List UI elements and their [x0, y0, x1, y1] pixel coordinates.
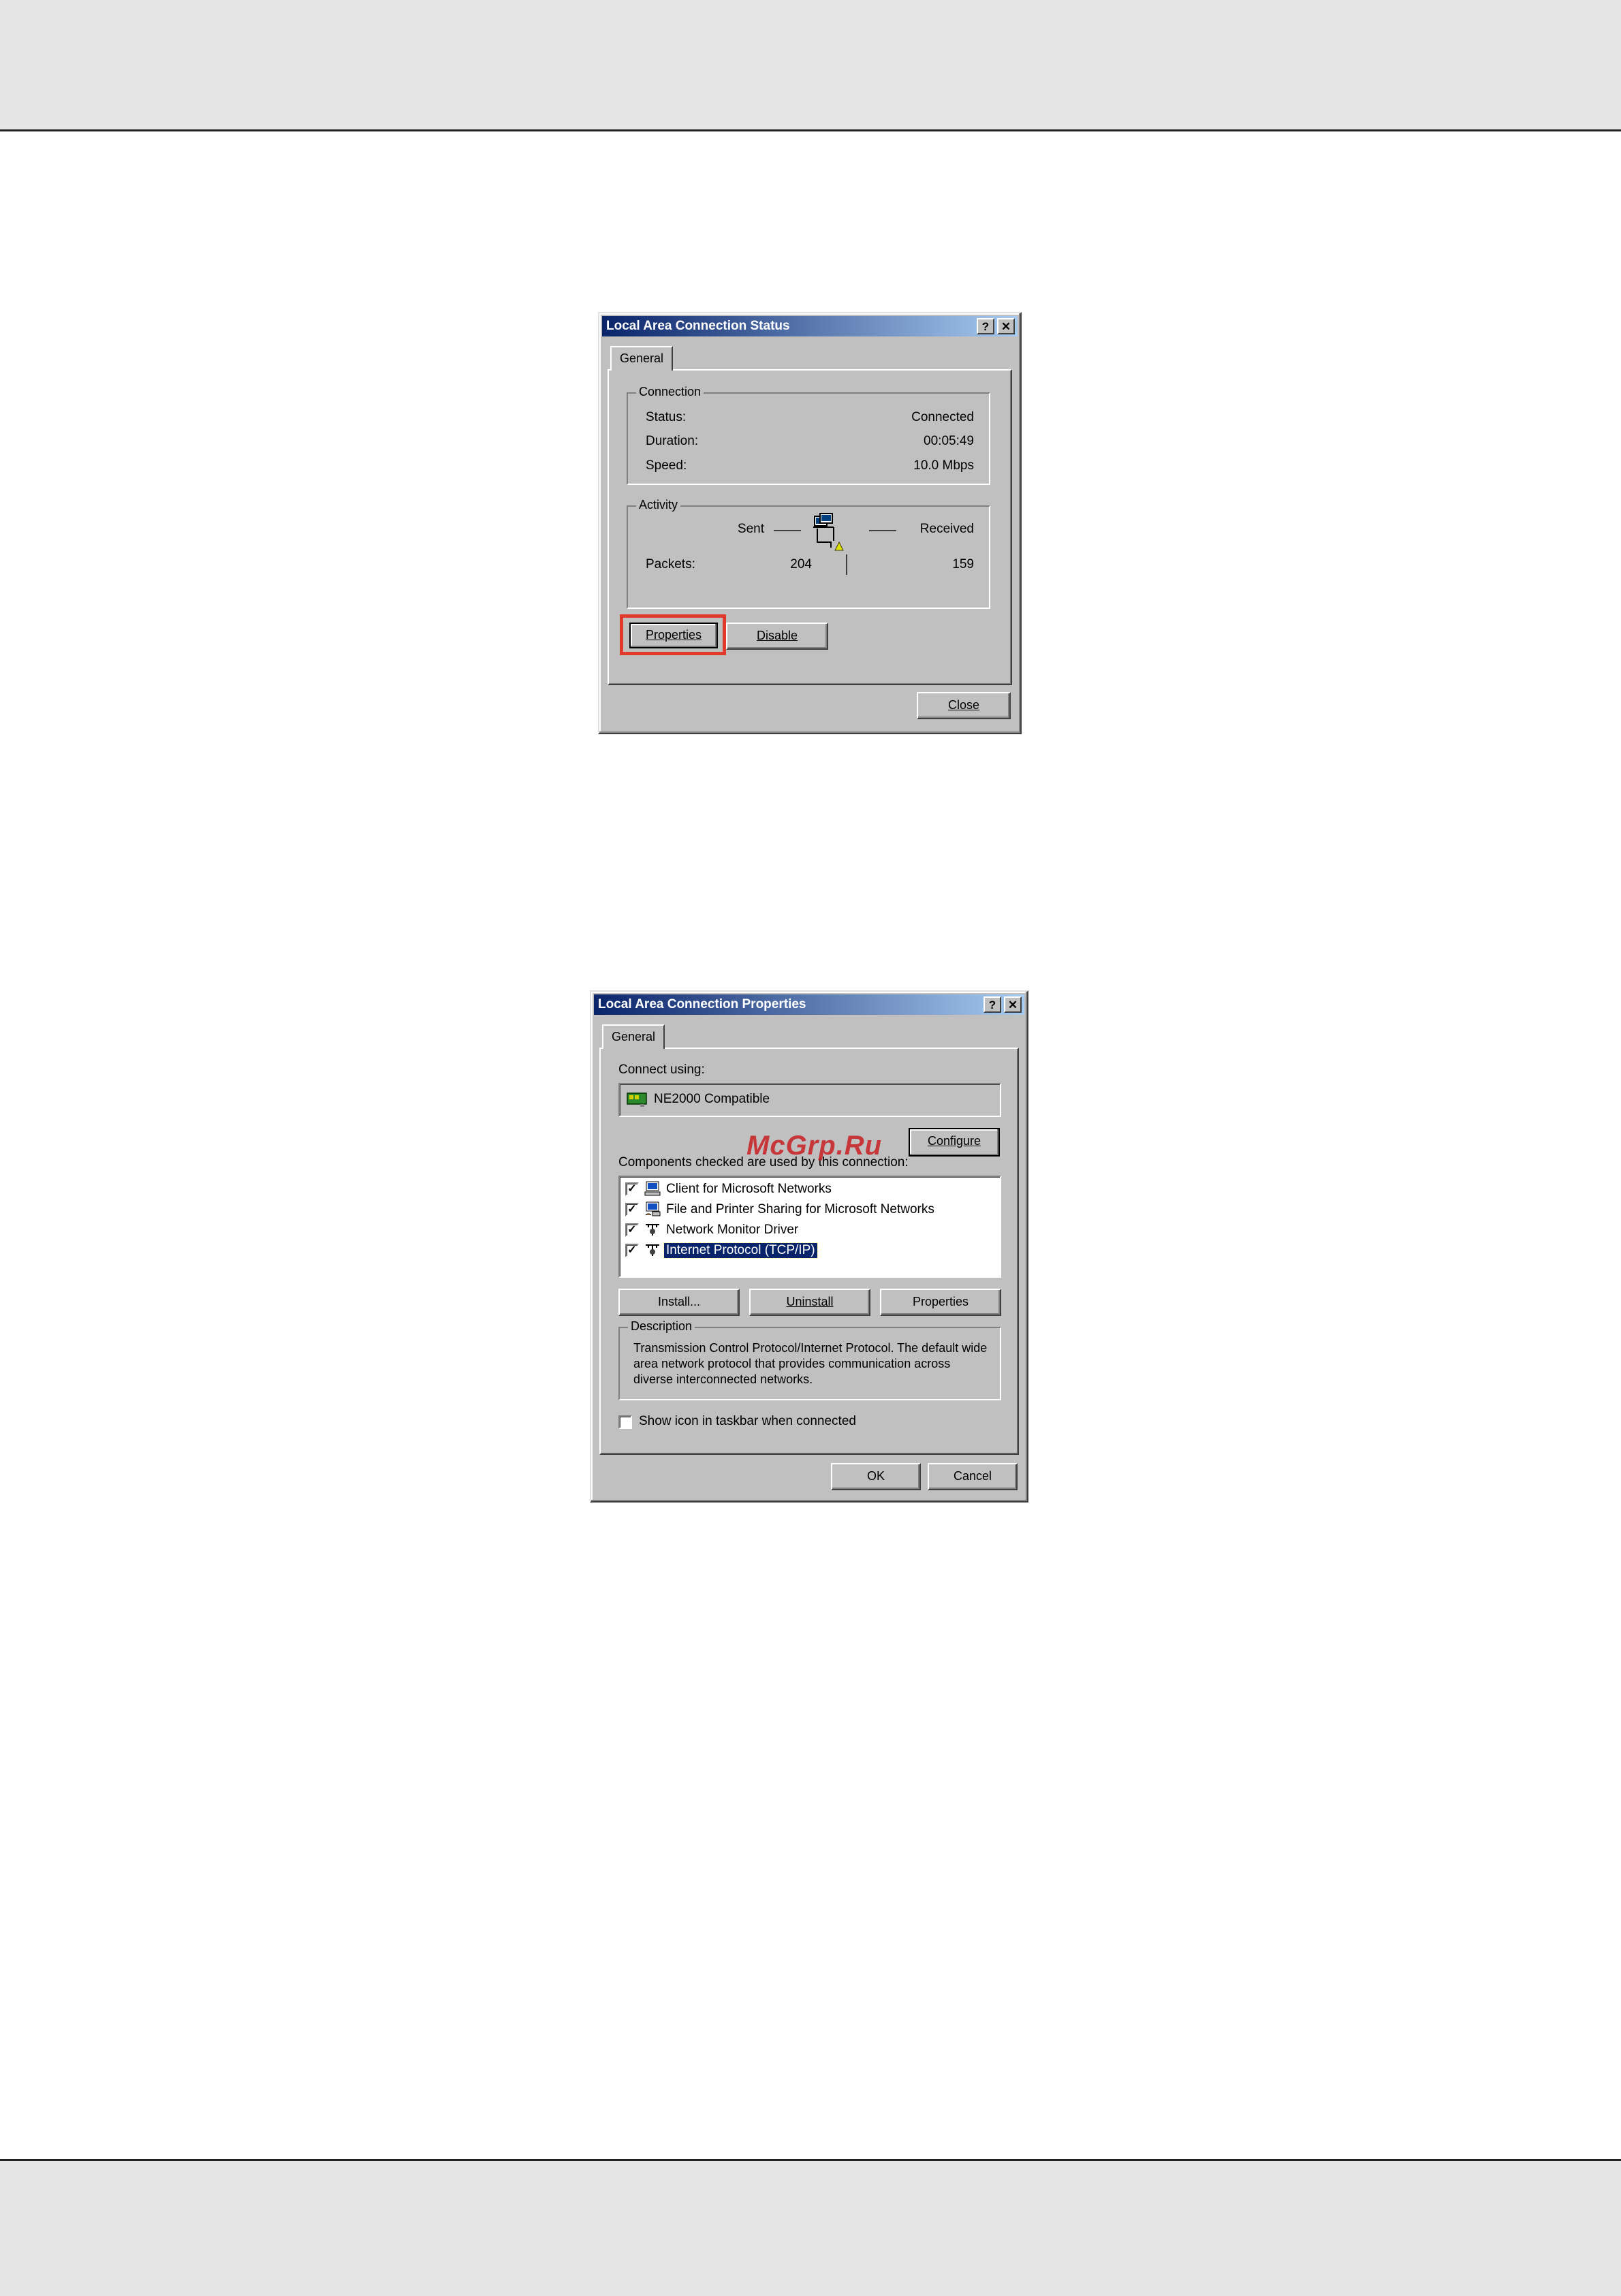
status-dialog: Local Area Connection Status ? ✕ General… [598, 312, 1022, 734]
component-checkbox[interactable]: ✓ [625, 1223, 639, 1237]
help-button[interactable]: ? [977, 318, 994, 334]
component-label: Network Monitor Driver [666, 1223, 799, 1237]
status-dialog-title: Local Area Connection Status [606, 319, 790, 333]
file-printer-sharing-icon [645, 1201, 661, 1216]
close-icon[interactable]: ✕ [1004, 996, 1022, 1013]
page-header-band [0, 0, 1621, 131]
help-button[interactable]: ? [983, 996, 1001, 1013]
install-button-label: Install... [657, 1295, 701, 1308]
properties-button-label: Properties [645, 628, 702, 642]
sent-label: Sent [737, 522, 764, 536]
adapter-name: NE2000 Compatible [654, 1092, 770, 1106]
cancel-button[interactable]: Cancel [928, 1463, 1018, 1490]
connection-group-label: Connection [636, 385, 704, 399]
tab-general[interactable]: General [602, 1024, 665, 1049]
description-group: Description Transmission Control Protoco… [618, 1319, 1001, 1400]
properties-dialog-titlebar[interactable]: Local Area Connection Properties ? ✕ [594, 994, 1024, 1015]
status-value: Connected [911, 410, 974, 424]
list-item[interactable]: ✓ Internet Protocol (TCP/IP) [625, 1241, 993, 1260]
list-item[interactable]: ✓ Client for Microsoft Networks [625, 1180, 993, 1199]
component-label: Client for Microsoft Networks [666, 1182, 832, 1196]
network-adapter-icon [627, 1092, 647, 1107]
properties-button[interactable]: Properties [629, 623, 718, 648]
uninstall-button-label: Uninstall [786, 1295, 834, 1308]
disable-button-label: Disable [756, 629, 798, 642]
packets-sent-value: 204 [790, 557, 812, 571]
component-checkbox[interactable]: ✓ [625, 1203, 639, 1216]
component-properties-button[interactable]: Properties [880, 1289, 1001, 1316]
network-client-icon [644, 1181, 661, 1196]
close-button[interactable]: Close [917, 692, 1011, 719]
tab-general[interactable]: General [610, 346, 673, 371]
show-icon-label: Show icon in taskbar when connected [639, 1414, 856, 1428]
connect-using-label: Connect using: [618, 1063, 705, 1077]
list-item[interactable]: ✓ Network Monitor Driver [625, 1221, 993, 1240]
configure-button-label: Configure [927, 1134, 981, 1148]
component-checkbox[interactable]: ✓ [625, 1244, 639, 1257]
network-activity-icon [813, 513, 844, 551]
component-label: File and Printer Sharing for Microsoft N… [666, 1202, 934, 1216]
component-label-selected: Internet Protocol (TCP/IP) [663, 1242, 818, 1259]
speed-label: Speed: [646, 458, 687, 473]
activity-group: Activity Sent Received Packets: 204 159 [627, 498, 990, 609]
received-label: Received [919, 522, 974, 536]
configure-button[interactable]: Configure [909, 1128, 1000, 1157]
uninstall-button[interactable]: Uninstall [749, 1289, 870, 1316]
disable-button[interactable]: Disable [726, 623, 828, 650]
properties-dialog: Local Area Connection Properties ? ✕ Gen… [590, 990, 1028, 1503]
activity-group-label: Activity [636, 498, 681, 512]
status-tab-panel: Connection Status: Connected Duration: 0… [608, 369, 1012, 685]
page-footer-band [0, 2159, 1621, 2296]
received-line [869, 530, 896, 531]
protocol-icon [646, 1244, 659, 1256]
packets-label: Packets: [646, 557, 695, 571]
protocol-icon [646, 1224, 659, 1236]
show-icon-checkbox[interactable] [618, 1415, 632, 1429]
status-dialog-titlebar[interactable]: Local Area Connection Status ? ✕ [602, 316, 1018, 336]
tab-general-label: General [611, 1030, 656, 1043]
components-list[interactable]: ✓ Client for Microsoft Networks ✓ File a… [618, 1176, 1001, 1278]
list-item[interactable]: ✓ File and Printer Sharing for Microsoft… [625, 1200, 993, 1219]
speed-value: 10.0 Mbps [913, 458, 974, 473]
ok-button[interactable]: OK [831, 1463, 921, 1490]
adapter-field: NE2000 Compatible [618, 1083, 1001, 1117]
component-properties-button-label: Properties [912, 1295, 969, 1308]
duration-label: Duration: [646, 434, 699, 448]
component-checkbox[interactable]: ✓ [625, 1182, 639, 1196]
status-label: Status: [646, 410, 687, 424]
properties-dialog-title: Local Area Connection Properties [598, 997, 806, 1011]
packets-received-value: 159 [952, 557, 974, 571]
description-text: Transmission Control Protocol/Internet P… [633, 1341, 988, 1386]
properties-tab-panel: Connect using: NE2000 Compatible Configu… [599, 1048, 1019, 1455]
ok-button-label: OK [866, 1469, 885, 1483]
watermark: McGrp.Ru [746, 1131, 883, 1161]
tab-general-label: General [619, 351, 664, 365]
duration-value: 00:05:49 [924, 434, 974, 448]
install-button[interactable]: Install... [618, 1289, 740, 1316]
description-group-label: Description [628, 1319, 695, 1334]
close-icon[interactable]: ✕ [997, 318, 1015, 334]
sent-line [774, 530, 801, 531]
packets-divider [846, 554, 847, 575]
cancel-button-label: Cancel [953, 1469, 992, 1483]
connection-group: Connection Status: Connected Duration: 0… [627, 385, 990, 485]
close-button-label: Close [947, 698, 980, 712]
